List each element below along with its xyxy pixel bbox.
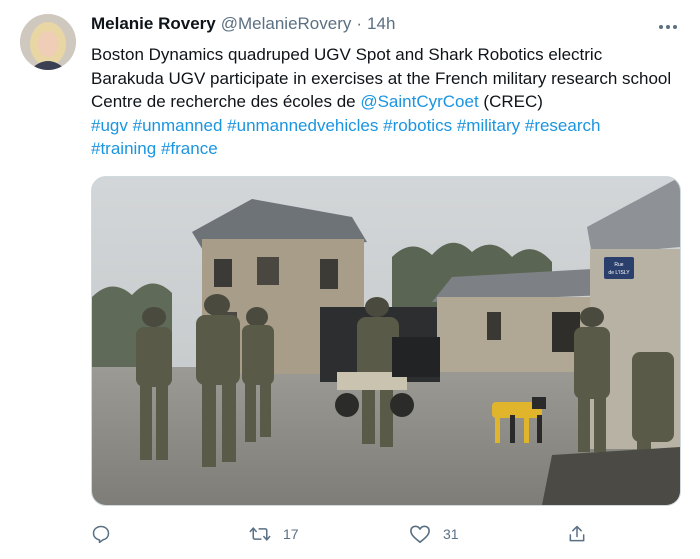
hashtag-link[interactable]: #unmannedvehicles (227, 116, 378, 135)
like-button[interactable]: 31 (409, 522, 459, 546)
hashtag-link[interactable]: #france (161, 139, 218, 158)
retweet-count: 17 (283, 526, 299, 542)
street-sign-line2: de L'ISLY (608, 270, 630, 276)
hashtag-link[interactable]: #robotics (383, 116, 452, 135)
hashtag-link[interactable]: #unmanned (133, 116, 223, 135)
hashtag-link[interactable]: #military (457, 116, 520, 135)
mention-link[interactable]: @SaintCyrCoet (360, 92, 478, 111)
reply-icon (92, 525, 110, 544)
tweet-text-fragment: Centre de recherche des écoles de (91, 92, 361, 112)
hashtag-link[interactable]: #research (525, 116, 601, 135)
avatar-photo (20, 14, 76, 70)
tweet-text-fragment: (CREC) (478, 92, 543, 112)
street-sign-line1: Rue (614, 262, 623, 268)
tweet-text-line: Centre de recherche des écoles de @Saint… (91, 90, 681, 114)
separator-dot: · (356, 14, 363, 33)
avatar[interactable] (20, 14, 76, 70)
more-icon (659, 25, 677, 29)
reply-button[interactable] (91, 522, 111, 546)
tweet-actions: 17 31 (91, 522, 681, 546)
author-name[interactable]: Melanie Rovery (91, 14, 216, 34)
hashtag-link[interactable]: #training (91, 139, 156, 158)
share-icon (569, 525, 585, 542)
heart-icon (410, 525, 430, 543)
timestamp[interactable]: 14h (367, 14, 395, 34)
more-options-button[interactable] (655, 16, 681, 38)
tweet-text: Boston Dynamics quadruped UGV Spot and S… (91, 43, 681, 161)
like-count: 31 (443, 526, 459, 542)
tweet[interactable]: Melanie Rovery @MelanieRovery · 14h Bost… (0, 0, 700, 559)
tweet-header: Melanie Rovery @MelanieRovery · 14h (91, 14, 395, 38)
retweet-button[interactable]: 17 (249, 522, 299, 546)
hashtag-line: #training #france (91, 137, 681, 161)
hashtag-line: #ugv #unmanned #unmannedvehicles #roboti… (91, 114, 681, 138)
author-handle[interactable]: @MelanieRovery (221, 14, 352, 34)
retweet-icon (249, 527, 271, 541)
share-button[interactable] (567, 522, 587, 546)
photo-scene: Rue de L'ISLY (92, 177, 680, 505)
tweet-text-line: Boston Dynamics quadruped UGV Spot and S… (91, 45, 603, 64)
hashtag-link[interactable]: #ugv (91, 116, 128, 135)
tweet-media-photo[interactable]: Rue de L'ISLY (91, 176, 681, 506)
tweet-text-line: Barakuda UGV participate in exercises at… (91, 68, 672, 88)
